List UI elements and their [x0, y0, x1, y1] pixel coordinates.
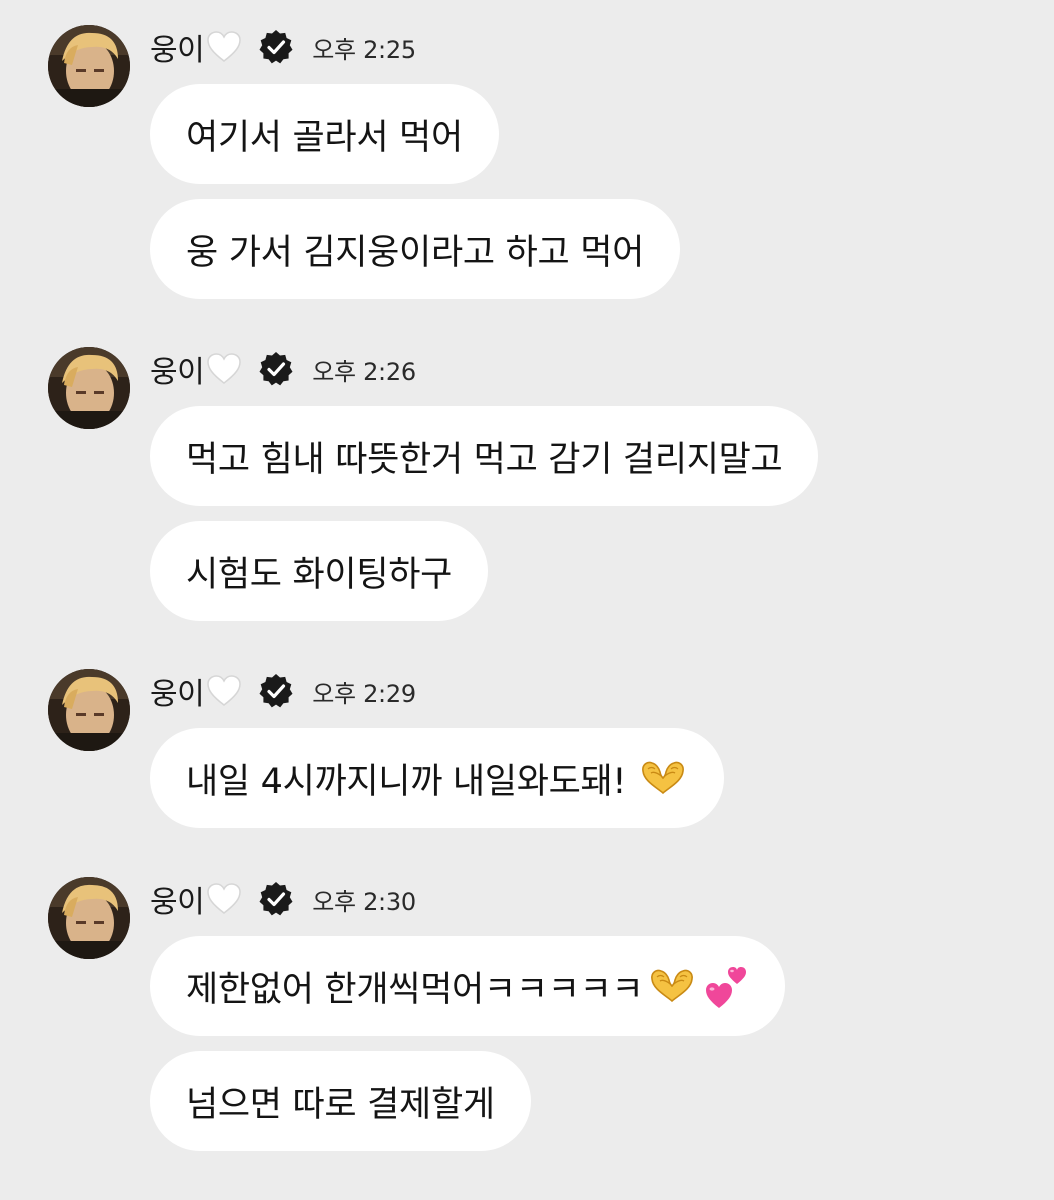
verified-badge-icon	[258, 673, 294, 709]
message-time: 오후 2:25	[312, 35, 416, 64]
heart-hands-emoji-icon	[638, 759, 688, 797]
avatar[interactable]	[48, 25, 130, 107]
message-text: 시험도 화이팅하구	[186, 554, 453, 595]
message-text: 먹고 힘내 따뜻한거 먹고 감기 걸리지말고	[186, 439, 783, 480]
message-bubble[interactable]: 내일 4시까지니까 내일와도돼!	[150, 728, 725, 828]
message-text: 여기서 골라서 먹어	[186, 117, 463, 158]
two-hearts-emoji-icon	[703, 960, 749, 1012]
heart-hands-emoji-icon	[647, 967, 697, 1005]
message-header: 웅이 오후 2:25	[150, 27, 416, 68]
verified-badge-icon	[258, 29, 294, 65]
message-bubble[interactable]: 넘으면 따로 결제할게	[150, 1051, 531, 1151]
verified-badge-icon	[258, 351, 294, 387]
white-heart-icon	[206, 30, 242, 64]
white-heart-icon	[206, 352, 242, 386]
avatar[interactable]	[48, 877, 130, 959]
message-bubble[interactable]: 여기서 골라서 먹어	[150, 84, 499, 184]
sender-name: 웅이	[150, 677, 205, 712]
verified-badge-icon	[258, 881, 294, 917]
avatar[interactable]	[48, 669, 130, 751]
message-time: 오후 2:29	[312, 679, 416, 708]
message-bubble[interactable]: 제한없어 한개씩먹어ㅋㅋㅋㅋㅋ	[150, 936, 786, 1036]
message-header: 웅이 오후 2:30	[150, 879, 416, 920]
sender-name: 웅이	[150, 355, 205, 390]
white-heart-icon	[206, 882, 242, 916]
message-text: 웅 가서 김지웅이라고 하고 먹어	[186, 232, 645, 273]
sender-name: 웅이	[150, 885, 205, 920]
message-text: 내일 4시까지니까 내일와도돼!	[186, 761, 627, 802]
avatar[interactable]	[48, 347, 130, 429]
message-bubble[interactable]: 시험도 화이팅하구	[150, 521, 489, 621]
white-heart-icon	[206, 674, 242, 708]
message-header: 웅이 오후 2:26	[150, 349, 416, 390]
message-header: 웅이 오후 2:29	[150, 671, 416, 712]
message-bubble[interactable]: 웅 가서 김지웅이라고 하고 먹어	[150, 199, 681, 299]
sender-name: 웅이	[150, 33, 205, 68]
message-text: 제한없어 한개씩먹어ㅋㅋㅋㅋㅋ	[186, 969, 644, 1010]
message-time: 오후 2:26	[312, 357, 416, 386]
message-text: 넘으면 따로 결제할게	[186, 1084, 495, 1125]
message-bubble[interactable]: 먹고 힘내 따뜻한거 먹고 감기 걸리지말고	[150, 406, 819, 506]
message-time: 오후 2:30	[312, 887, 416, 916]
